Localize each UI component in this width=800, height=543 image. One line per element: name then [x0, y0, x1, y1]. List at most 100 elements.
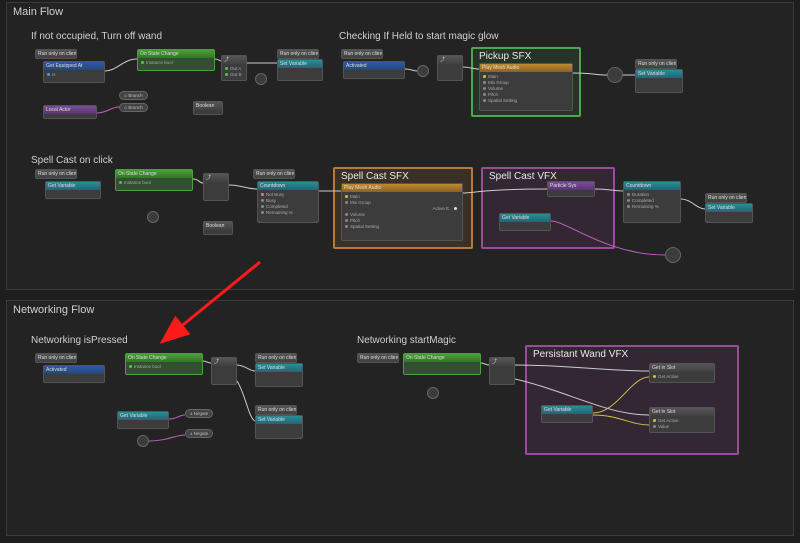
node-round-d[interactable]: [147, 211, 159, 223]
node-state-change-d[interactable]: On State Change: [403, 353, 481, 375]
node-run-clients-e[interactable]: Run only on client x: [35, 169, 77, 179]
node-body: Out AOut B: [222, 64, 246, 80]
node-head: Run only on client x: [254, 170, 294, 178]
node-head: Particle Sys: [548, 182, 594, 190]
node-getvar-b[interactable]: Get Variable: [499, 213, 551, 231]
node-head: Activated: [44, 366, 104, 374]
node-playmesh-b[interactable]: Play Mesh Audio Main Mix Group Active E.…: [341, 183, 463, 241]
node-state-change-a[interactable]: On State Change Instance bool: [137, 49, 215, 71]
node-getvar-a[interactable]: Get Variable: [45, 181, 101, 199]
node-local-actor[interactable]: Local Actor: [43, 105, 97, 119]
node-head: Set Variable: [636, 70, 682, 78]
node-round-c[interactable]: [607, 67, 623, 83]
node-head: Countdown: [624, 182, 680, 190]
node-body: Get Active: [650, 372, 714, 382]
node-boolean-b[interactable]: Boolean: [203, 221, 233, 235]
node-round-f[interactable]: [137, 435, 149, 447]
node-negate-b[interactable]: ± Negate: [185, 429, 213, 438]
node-run-clients-f[interactable]: Run only on client x: [253, 169, 295, 179]
section-main-flow: Main Flow If not occupied, Turn off wand…: [6, 2, 794, 290]
group-wand-vfx: Persistant Wand VFX: [525, 345, 739, 455]
node-run-clients-c[interactable]: Run only on client x: [341, 49, 383, 59]
subtitle-netmagic: Networking startMagic: [357, 335, 456, 346]
node-head: Run only on client x: [256, 406, 296, 414]
node-boolean-a[interactable]: Boolean: [193, 101, 223, 115]
node-head: Activated: [344, 62, 404, 70]
node-head: Get Variable: [500, 214, 550, 222]
node-head: Get Equipped At: [44, 62, 104, 70]
node-run-clients-j[interactable]: Run only on client x: [255, 405, 297, 415]
node-run-clients-h[interactable]: Run only on client x: [35, 353, 77, 363]
node-round-g[interactable]: [427, 387, 439, 399]
node-head: Set Variable: [256, 416, 302, 424]
node-head: ⤴: [438, 56, 462, 64]
node-body: Instance bool: [126, 362, 202, 372]
subtitle-checkheld: Checking If Held to start magic glow: [339, 31, 499, 42]
node-getvar-c[interactable]: Get Variable: [117, 411, 169, 429]
node-setvar-d[interactable]: Set Variable: [255, 363, 303, 387]
node-run-clients-g[interactable]: Run only on client x: [705, 193, 747, 203]
node-body: Main Mix Group Volume Pitch Spatial Sett…: [480, 72, 572, 106]
group-label-wandvfx: Persistant Wand VFX: [533, 349, 628, 360]
node-run-clients-k[interactable]: Run only on client x: [357, 353, 399, 363]
node-setvar-c[interactable]: Set Variable: [705, 203, 753, 223]
node-getslot[interactable]: Get in Slot Get Active: [649, 363, 715, 383]
section-title-main: Main Flow: [13, 6, 63, 18]
node-head: ⤴: [490, 358, 514, 366]
node-negate-a[interactable]: ± Negate: [185, 409, 213, 418]
node-branch-b[interactable]: ⬦ Branch: [119, 103, 148, 112]
node-run-clients-a[interactable]: Run only on client x: [35, 49, 77, 59]
node-round-a[interactable]: [255, 73, 267, 85]
node-get-equipped[interactable]: Get Equipped At Is: [43, 61, 105, 83]
node-head: Run only on client x: [36, 354, 76, 362]
node-particle-a[interactable]: Particle Sys: [547, 181, 595, 197]
group-spellcast-vfx: Spell Cast VFX: [481, 167, 615, 249]
node-setvar-e[interactable]: Set Variable: [255, 415, 303, 439]
node-branch-node-e[interactable]: ⤴: [489, 357, 515, 385]
node-head: Get Variable: [542, 406, 592, 414]
node-playmesh-a[interactable]: Play Mesh Audio Main Mix Group Volume Pi…: [479, 63, 573, 111]
node-head: Run only on client x: [342, 50, 382, 58]
node-head: Play Mesh Audio: [342, 184, 462, 192]
node-run-clients-b[interactable]: Run only on client x: [277, 49, 319, 59]
node-getvar-d[interactable]: Get Variable: [541, 405, 593, 423]
node-body: Not Busy Busy Completed Remaining %: [258, 190, 318, 218]
node-countdown-b[interactable]: Countdown Duration Completed Remaining %: [623, 181, 681, 223]
node-state-change-b[interactable]: On State Change Instance bool: [115, 169, 193, 191]
node-activated-b[interactable]: Activated: [43, 365, 105, 383]
node-head: Run only on client x: [36, 170, 76, 178]
node-round-e[interactable]: [665, 247, 681, 263]
section-title-net: Networking Flow: [13, 304, 94, 316]
subtitle-netpress: Networking isPressed: [31, 335, 128, 346]
node-head: Run only on client x: [636, 60, 676, 68]
node-head: Run only on client x: [706, 194, 746, 202]
node-getslot-b[interactable]: Get in Slot Get Active Value: [649, 407, 715, 433]
node-head: On State Change: [126, 354, 202, 362]
node-head: On State Change: [116, 170, 192, 178]
group-label-castsfx: Spell Cast SFX: [341, 171, 409, 182]
node-head: Get in Slot: [650, 408, 714, 416]
node-head: Boolean: [204, 222, 232, 230]
node-run-clients-i[interactable]: Run only on client x: [255, 353, 297, 363]
node-state-change-c[interactable]: On State Change Instance bool: [125, 353, 203, 375]
node-branch-node-c[interactable]: ⤴: [203, 173, 229, 201]
node-head: Play Mesh Audio: [480, 64, 572, 72]
node-run-clients-d[interactable]: Run only on client x: [635, 59, 677, 69]
node-setvar-a[interactable]: Set Variable: [277, 59, 323, 81]
node-countdown-a[interactable]: Countdown Not Busy Busy Completed Remain…: [257, 181, 319, 223]
node-head: ⤴: [212, 358, 236, 366]
subtitle-turnoff: If not occupied, Turn off wand: [31, 31, 162, 42]
node-branch-node-d[interactable]: ⤴: [211, 357, 237, 385]
node-activated[interactable]: Activated: [343, 61, 405, 79]
node-body: Instance bool: [116, 178, 192, 188]
node-branch-node-a[interactable]: ⤴ Out AOut B: [221, 55, 247, 81]
node-branch-a[interactable]: ⬦ Branch: [119, 91, 148, 100]
node-head: Get Variable: [46, 182, 100, 190]
node-round-b[interactable]: [417, 65, 429, 77]
group-label-pickup: Pickup SFX: [479, 51, 531, 62]
section-networking-flow: Networking Flow Networking isPressed Net…: [6, 300, 794, 536]
node-body: Main Mix Group Active E... Volume Pitch …: [342, 192, 462, 232]
node-branch-node-b[interactable]: ⤴: [437, 55, 463, 81]
node-head: Countdown: [258, 182, 318, 190]
node-setvar-b[interactable]: Set Variable: [635, 69, 683, 93]
